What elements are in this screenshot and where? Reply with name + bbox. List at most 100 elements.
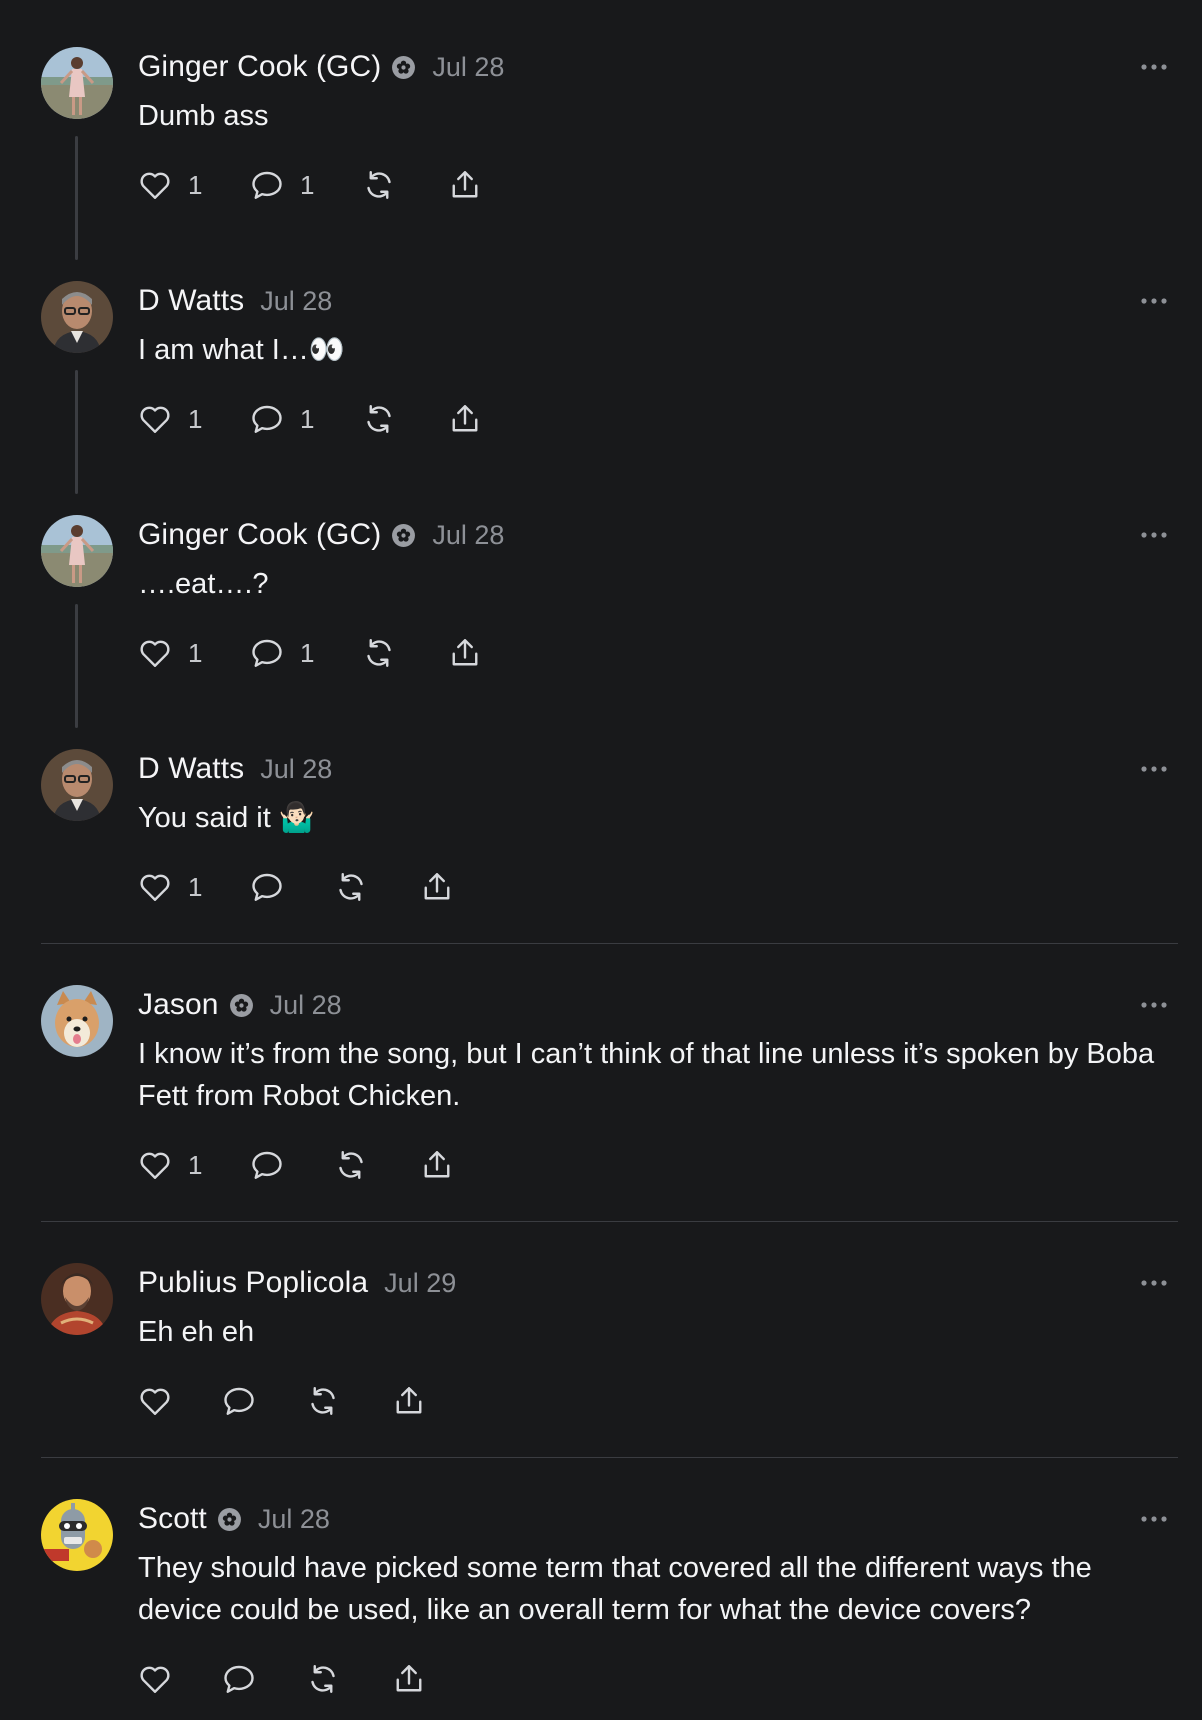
- post-date: Jul 28: [260, 285, 333, 316]
- repost-arrows-icon: [339, 1151, 363, 1179]
- share-button[interactable]: [390, 1659, 428, 1699]
- verified-flower-icon: [392, 523, 416, 547]
- man-glasses-avatar-icon: [41, 749, 113, 821]
- like-button[interactable]: [136, 1381, 220, 1421]
- post-text: Dumb ass: [138, 100, 269, 132]
- avatar[interactable]: [41, 1499, 113, 1571]
- author-name[interactable]: Ginger Cook (GC): [138, 518, 381, 552]
- like-button[interactable]: 1: [136, 1145, 248, 1185]
- like-count: 1: [188, 1149, 203, 1180]
- avatar[interactable]: [41, 515, 113, 587]
- like-button[interactable]: 1: [136, 633, 248, 673]
- post-divider: [41, 1457, 1178, 1458]
- author-name[interactable]: Ginger Cook (GC): [138, 50, 381, 84]
- share-upload-icon: [396, 1665, 422, 1692]
- share-upload-icon: [424, 1151, 450, 1178]
- robot-cartoon-avatar-icon: [41, 1499, 113, 1571]
- share-upload-icon: [396, 1387, 422, 1414]
- post-divider: [41, 943, 1178, 944]
- reply-button[interactable]: 1: [248, 399, 360, 439]
- repost-arrows-icon: [367, 171, 391, 199]
- avatar[interactable]: [41, 47, 113, 119]
- repost-arrows-icon: [339, 873, 363, 901]
- comment-bubble-icon: [252, 873, 282, 901]
- shiba-dog-avatar-icon: [41, 985, 113, 1057]
- post-header: Publius Poplicola Jul 29: [138, 1263, 456, 1303]
- reply-button[interactable]: [248, 867, 332, 907]
- thread-line: [75, 604, 78, 728]
- repost-button[interactable]: [360, 633, 446, 673]
- more-dots-icon[interactable]: [1140, 295, 1168, 307]
- like-button[interactable]: 1: [136, 399, 248, 439]
- avatar[interactable]: [41, 985, 113, 1057]
- more-dots-icon[interactable]: [1140, 1277, 1168, 1289]
- post-date: Jul 28: [260, 753, 333, 784]
- repost-arrows-icon: [311, 1665, 335, 1693]
- share-button[interactable]: [446, 399, 484, 439]
- author-name[interactable]: Publius Poplicola: [138, 1266, 368, 1300]
- reply-count: 1: [300, 637, 315, 668]
- post-date: Jul 28: [432, 51, 505, 82]
- post-text: Eh eh eh: [138, 1316, 255, 1348]
- author-name[interactable]: Scott: [138, 1502, 207, 1536]
- post-divider: [41, 1221, 1178, 1222]
- share-button[interactable]: [390, 1381, 428, 1421]
- like-button[interactable]: [136, 1659, 220, 1699]
- repost-button[interactable]: [332, 1145, 418, 1185]
- reply-button[interactable]: 1: [248, 165, 360, 205]
- more-dots-icon[interactable]: [1140, 1513, 1168, 1525]
- heart-icon: [140, 1388, 170, 1415]
- thread-feed: Ginger Cook (GC) Jul 28 Dumb ass 1 1 D W…: [0, 0, 1202, 1720]
- heart-icon: [140, 640, 170, 667]
- more-dots-icon[interactable]: [1140, 999, 1168, 1011]
- repost-arrows-icon: [367, 405, 391, 433]
- author-name[interactable]: D Watts: [138, 752, 244, 786]
- like-count: 1: [188, 169, 203, 200]
- share-button[interactable]: [418, 1145, 456, 1185]
- avatar[interactable]: [41, 281, 113, 353]
- more-dots-icon[interactable]: [1140, 763, 1168, 775]
- repost-button[interactable]: [360, 165, 446, 205]
- post-header: Jason Jul 28: [138, 985, 342, 1025]
- repost-button[interactable]: [304, 1381, 390, 1421]
- heart-icon: [140, 1152, 170, 1179]
- comment-bubble-icon: [224, 1387, 254, 1415]
- avatar[interactable]: [41, 1263, 113, 1335]
- post-text: I know it’s from the song, but I can’t t…: [138, 1038, 1155, 1112]
- reply-count: 1: [300, 169, 315, 200]
- repost-button[interactable]: [304, 1659, 390, 1699]
- share-button[interactable]: [418, 867, 456, 907]
- comment-bubble-icon: [224, 1665, 254, 1693]
- verified-flower-icon: [229, 993, 253, 1017]
- reply-button[interactable]: [220, 1381, 304, 1421]
- repost-button[interactable]: [360, 399, 446, 439]
- verified-flower-icon: [217, 1507, 241, 1531]
- share-button[interactable]: [446, 633, 484, 673]
- post-date: Jul 29: [384, 1267, 457, 1298]
- more-dots-icon[interactable]: [1140, 61, 1168, 73]
- action-bar: 1: [136, 1145, 456, 1185]
- repost-button[interactable]: [332, 867, 418, 907]
- share-button[interactable]: [446, 165, 484, 205]
- like-button[interactable]: 1: [136, 867, 248, 907]
- reply-count: 1: [300, 403, 315, 434]
- like-count: 1: [188, 403, 203, 434]
- thread-line: [75, 370, 78, 494]
- heart-icon: [140, 874, 170, 901]
- comment-bubble-icon: [252, 405, 282, 433]
- like-count: 1: [188, 637, 203, 668]
- heart-icon: [140, 172, 170, 199]
- author-name[interactable]: D Watts: [138, 284, 244, 318]
- like-button[interactable]: 1: [136, 165, 248, 205]
- more-dots-icon[interactable]: [1140, 529, 1168, 541]
- comment-bubble-icon: [252, 1151, 282, 1179]
- post-text: ….eat….?: [138, 568, 269, 600]
- avatar[interactable]: [41, 749, 113, 821]
- author-name[interactable]: Jason: [138, 988, 219, 1022]
- reply-button[interactable]: [248, 1145, 332, 1185]
- heart-icon: [140, 1666, 170, 1693]
- post-date: Jul 28: [269, 989, 342, 1020]
- reply-button[interactable]: 1: [248, 633, 360, 673]
- comment-bubble-icon: [252, 171, 282, 199]
- reply-button[interactable]: [220, 1659, 304, 1699]
